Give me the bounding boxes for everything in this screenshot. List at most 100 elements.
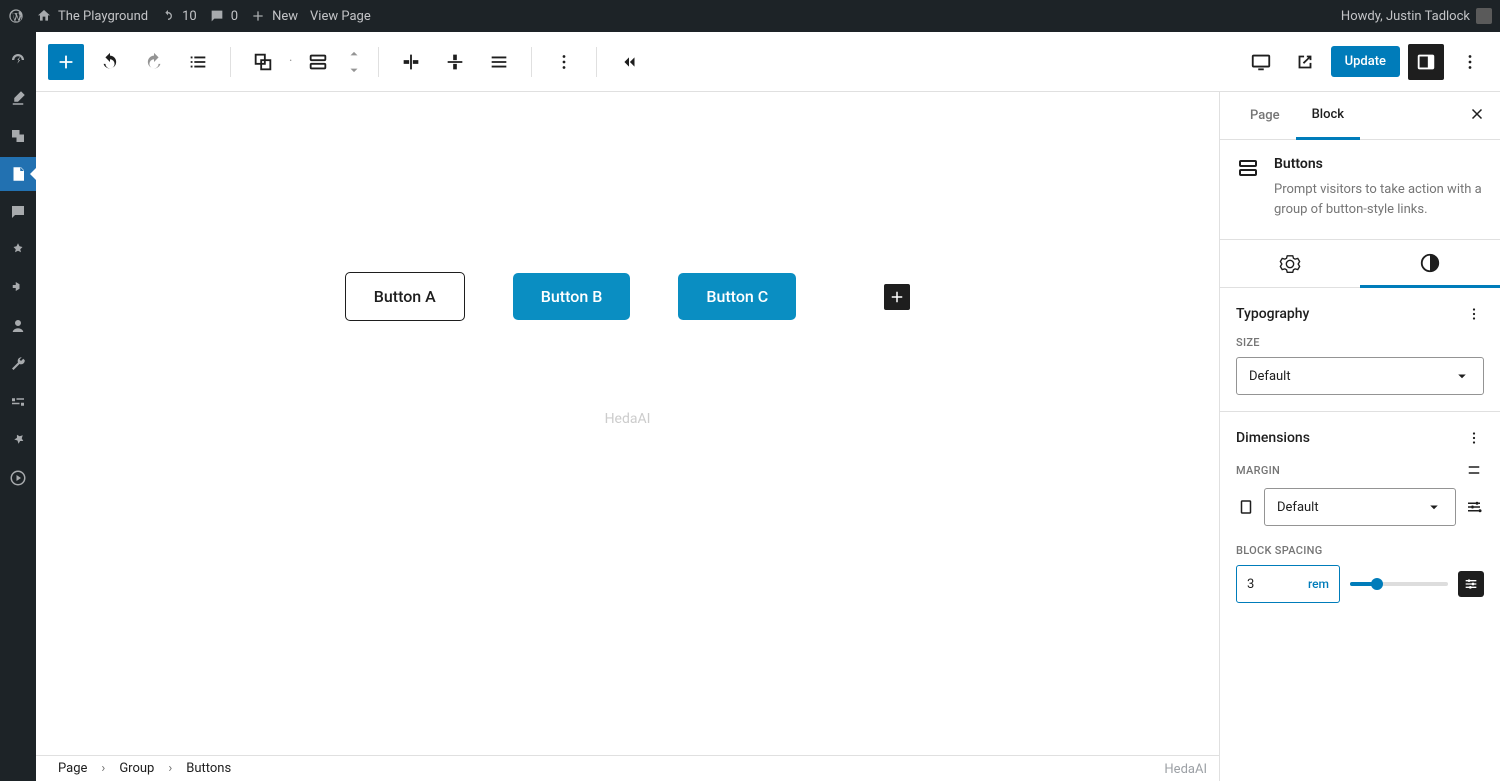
tab-block[interactable]: Block bbox=[1296, 92, 1360, 140]
site-name-text: The Playground bbox=[58, 9, 148, 24]
watermark: HedaAI bbox=[605, 411, 651, 427]
more-vertical-icon bbox=[1465, 305, 1483, 323]
typography-options-button[interactable] bbox=[1464, 304, 1484, 324]
block-info: Buttons Prompt visitors to take action w… bbox=[1220, 140, 1500, 240]
hide-toolbar-button[interactable] bbox=[611, 44, 647, 80]
menu-appearance[interactable] bbox=[8, 240, 28, 260]
size-value: Default bbox=[1249, 369, 1291, 384]
update-button[interactable]: Update bbox=[1331, 46, 1400, 77]
settings-sidebar-button[interactable] bbox=[1408, 44, 1444, 80]
menu-tools[interactable] bbox=[8, 354, 28, 374]
preview-button[interactable] bbox=[1287, 44, 1323, 80]
buttons-icon bbox=[307, 51, 329, 73]
view-page[interactable]: View Page bbox=[310, 9, 371, 24]
footer-tag: HedaAI bbox=[1164, 762, 1207, 777]
chevron-up-icon bbox=[347, 49, 361, 59]
buttons-block-button[interactable] bbox=[300, 44, 336, 80]
menu-media[interactable] bbox=[8, 126, 28, 146]
more-vertical-icon bbox=[553, 51, 575, 73]
margin-label: Margin bbox=[1236, 464, 1280, 477]
comments[interactable]: 0 bbox=[209, 8, 238, 24]
undo-icon bbox=[99, 51, 121, 73]
align-horizontal-button[interactable] bbox=[393, 44, 429, 80]
plus-icon bbox=[888, 288, 906, 306]
more-vertical-icon bbox=[1459, 51, 1481, 73]
dimensions-options-button[interactable] bbox=[1464, 428, 1484, 448]
align-vertical-button[interactable] bbox=[437, 44, 473, 80]
parent-block-button[interactable] bbox=[245, 44, 281, 80]
howdy-text: Howdy, Justin Tadlock bbox=[1341, 9, 1470, 24]
chevron-down-icon bbox=[347, 65, 361, 75]
spacing-unit[interactable]: rem bbox=[1308, 577, 1329, 591]
spacing-value: 3 bbox=[1247, 577, 1254, 592]
settings-sidebar: Page Block Buttons Prompt visitors to ta… bbox=[1219, 92, 1500, 781]
chevron-right-icon: › bbox=[101, 761, 105, 776]
close-sidebar-button[interactable] bbox=[1468, 105, 1486, 127]
move-up-button[interactable] bbox=[344, 46, 364, 62]
redo-icon bbox=[143, 51, 165, 73]
typography-heading: Typography bbox=[1236, 306, 1309, 322]
breadcrumb-item[interactable]: Group bbox=[119, 761, 154, 776]
move-down-button[interactable] bbox=[344, 62, 364, 78]
align-width-button[interactable] bbox=[481, 44, 517, 80]
buttons-block[interactable]: Button A Button B Button C bbox=[345, 272, 910, 321]
updates-count: 10 bbox=[182, 9, 197, 24]
redo-button[interactable] bbox=[136, 44, 172, 80]
list-view-button[interactable] bbox=[180, 44, 216, 80]
new-label: New bbox=[272, 9, 298, 24]
block-title: Buttons bbox=[1274, 156, 1484, 172]
external-icon bbox=[1294, 51, 1316, 73]
buttons-icon bbox=[1236, 156, 1260, 180]
margin-link-button[interactable] bbox=[1464, 460, 1484, 480]
editor-toolbar: · Update bbox=[36, 32, 1500, 92]
dimensions-heading: Dimensions bbox=[1236, 430, 1310, 446]
howdy[interactable]: Howdy, Justin Tadlock bbox=[1341, 8, 1492, 24]
dimensions-panel: Dimensions Margin Default Blo bbox=[1220, 412, 1500, 619]
block-spacing-slider[interactable] bbox=[1350, 582, 1448, 586]
margin-select[interactable]: Default bbox=[1264, 488, 1456, 526]
align-v-icon bbox=[444, 51, 466, 73]
subtab-styles[interactable] bbox=[1360, 240, 1500, 288]
menu-comments[interactable] bbox=[8, 202, 28, 222]
subtab-settings[interactable] bbox=[1220, 240, 1360, 287]
slider-thumb[interactable] bbox=[1371, 578, 1383, 590]
menu-users[interactable] bbox=[8, 316, 28, 336]
margin-side-icon bbox=[1236, 497, 1256, 517]
breadcrumb-item[interactable]: Buttons bbox=[186, 761, 231, 776]
chevron-right-icon: › bbox=[168, 761, 172, 776]
font-size-select[interactable]: Default bbox=[1236, 357, 1484, 395]
menu-posts[interactable] bbox=[8, 88, 28, 108]
margin-value: Default bbox=[1277, 500, 1319, 515]
menu-settings[interactable] bbox=[8, 392, 28, 412]
undo-button[interactable] bbox=[92, 44, 128, 80]
spacing-presets-button[interactable] bbox=[1458, 571, 1484, 597]
chevron-down-icon bbox=[1425, 498, 1443, 516]
menu-plugins[interactable] bbox=[8, 278, 28, 298]
breadcrumb-item[interactable]: Page bbox=[58, 761, 87, 776]
more-options-button[interactable] bbox=[546, 44, 582, 80]
menu-dashboard[interactable] bbox=[8, 50, 28, 70]
tab-page[interactable]: Page bbox=[1234, 92, 1296, 140]
menu-pages[interactable] bbox=[8, 164, 28, 184]
add-button-button[interactable] bbox=[884, 284, 910, 310]
menu-play[interactable] bbox=[8, 468, 28, 488]
options-button[interactable] bbox=[1452, 44, 1488, 80]
button-b[interactable]: Button B bbox=[513, 273, 631, 320]
spacing-label: Block Spacing bbox=[1236, 544, 1484, 557]
styles-icon bbox=[1419, 252, 1441, 274]
updates[interactable]: 10 bbox=[160, 8, 197, 24]
home-icon bbox=[36, 8, 52, 24]
margin-custom-button[interactable] bbox=[1464, 497, 1484, 517]
size-label: Size bbox=[1236, 336, 1484, 349]
block-spacing-input[interactable]: 3 rem bbox=[1236, 565, 1340, 603]
add-block-button[interactable] bbox=[48, 44, 84, 80]
button-c[interactable]: Button C bbox=[678, 273, 796, 320]
typography-panel: Typography Size Default bbox=[1220, 288, 1500, 412]
site-name[interactable]: The Playground bbox=[36, 8, 148, 24]
new-content[interactable]: New bbox=[250, 8, 298, 24]
comments-count: 0 bbox=[231, 9, 238, 24]
button-a[interactable]: Button A bbox=[345, 272, 465, 321]
menu-collapse[interactable] bbox=[8, 430, 28, 450]
wp-logo[interactable] bbox=[8, 8, 24, 24]
device-preview-button[interactable] bbox=[1243, 44, 1279, 80]
